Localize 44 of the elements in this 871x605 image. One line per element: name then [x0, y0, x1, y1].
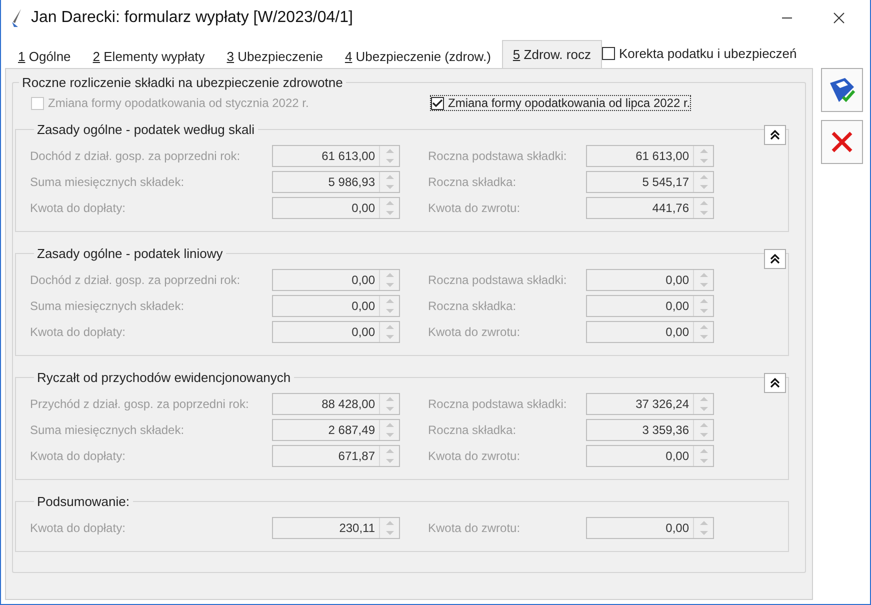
cancel-button[interactable] [821, 120, 863, 164]
field-label: Suma miesięcznych składek: [30, 299, 186, 313]
field-label: Suma miesięcznych składek: [30, 423, 186, 437]
option-checkbox[interactable]: Zmiana formy opodatkowania od lipca 2022 r. [431, 96, 690, 110]
field-label: Kwota do zwrotu: [428, 201, 522, 215]
field-label: Roczna składka: [428, 175, 518, 189]
field-label: Kwota do zwrotu: [428, 325, 522, 339]
tab[interactable]: 5 Zdrow. rocz [502, 40, 602, 68]
field-label: Kwota do dopłaty: [30, 449, 126, 463]
field-label: Roczna składka: [428, 423, 518, 437]
field-label: Roczna podstawa składki: [428, 397, 568, 411]
save-button[interactable] [821, 68, 863, 112]
collapse-button[interactable] [764, 249, 786, 269]
field-label: Kwota do dopłaty: [30, 201, 126, 215]
field-label: Dochód z dział. gosp. za poprzedni rok: [30, 273, 242, 287]
field-label: Roczna składka: [428, 299, 518, 313]
correction-checkbox[interactable]: Korekta podatku i ubezpieczeń [602, 38, 797, 68]
field-label: Dochód z dział. gosp. za poprzedni rok: [30, 149, 242, 163]
floppy-icon [827, 75, 857, 105]
window-title: Jan Darecki: formularz wypłaty [W/2023/04/1] [31, 9, 354, 27]
section-title: Zasady ogólne - podatek liniowy [36, 246, 224, 261]
close-icon [830, 130, 854, 154]
field-label: Kwota do dopłaty: [30, 325, 126, 339]
field-label: Roczna podstawa składki: [428, 273, 568, 287]
tab[interactable]: 3 Ubezpieczenie [216, 44, 334, 68]
check-icon [432, 98, 443, 108]
chevron-up-icon [770, 378, 780, 388]
collapse-button[interactable] [764, 125, 786, 145]
chevron-up-icon [770, 130, 780, 140]
tab[interactable]: 4 Ubezpieczenie (zdrow.) [334, 44, 502, 68]
chevron-up-icon [770, 254, 780, 264]
field-label: Kwota do zwrotu: [428, 521, 522, 535]
collapse-button[interactable] [764, 373, 786, 393]
field-label: Przychód z dział. gosp. za poprzedni rok: [30, 397, 250, 411]
section-title: Podsumowanie: [36, 494, 130, 509]
section-title: Zasady ogólne - podatek według skali [36, 122, 256, 137]
tab[interactable]: 1 Ogólne [7, 44, 82, 68]
field-label: Kwota do dopłaty: [30, 521, 126, 535]
section-title: Ryczałt od przychodów ewidencjonowanych [36, 370, 292, 385]
tab[interactable]: 2 Elementy wypłaty [82, 44, 216, 68]
field-label: Suma miesięcznych składek: [30, 175, 186, 189]
field-label: Kwota do zwrotu: [428, 449, 522, 463]
field-label: Roczna podstawa składki: [428, 149, 568, 163]
group-title: Roczne rozliczenie składki na ubezpieczenie zdrowotne [21, 75, 344, 90]
